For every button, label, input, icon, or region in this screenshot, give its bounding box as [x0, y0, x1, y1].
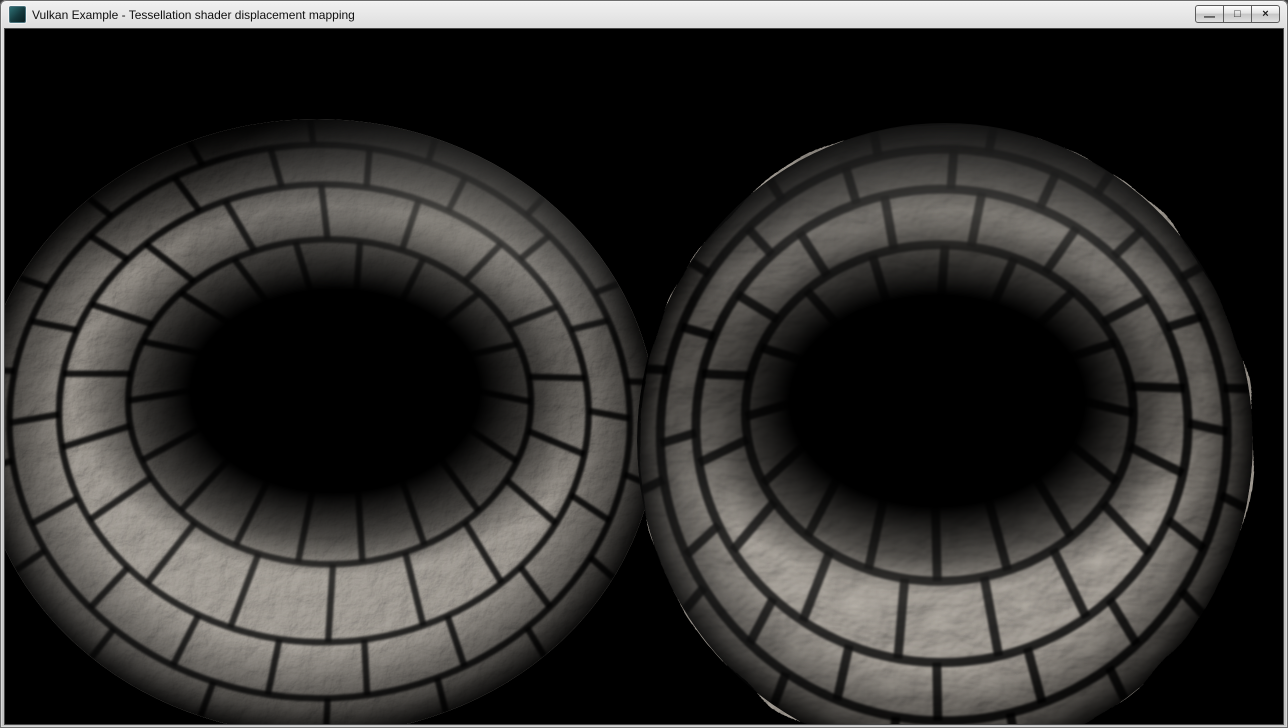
viewport[interactable]	[5, 29, 1283, 724]
close-button[interactable]: ×	[1251, 5, 1280, 23]
app-window: Vulkan Example - Tessellation shader dis…	[0, 0, 1288, 728]
titlebar[interactable]: Vulkan Example - Tessellation shader dis…	[0, 0, 1288, 29]
render-canvas[interactable]	[5, 29, 1283, 724]
maximize-button[interactable]: □	[1223, 5, 1252, 23]
minimize-icon: —	[1204, 11, 1215, 23]
minimize-button[interactable]: —	[1195, 5, 1224, 23]
app-icon	[9, 6, 26, 23]
close-icon: ×	[1262, 8, 1268, 20]
maximize-icon: □	[1234, 8, 1241, 20]
window-title: Vulkan Example - Tessellation shader dis…	[32, 8, 355, 22]
window-controls: — □ ×	[1196, 5, 1280, 23]
